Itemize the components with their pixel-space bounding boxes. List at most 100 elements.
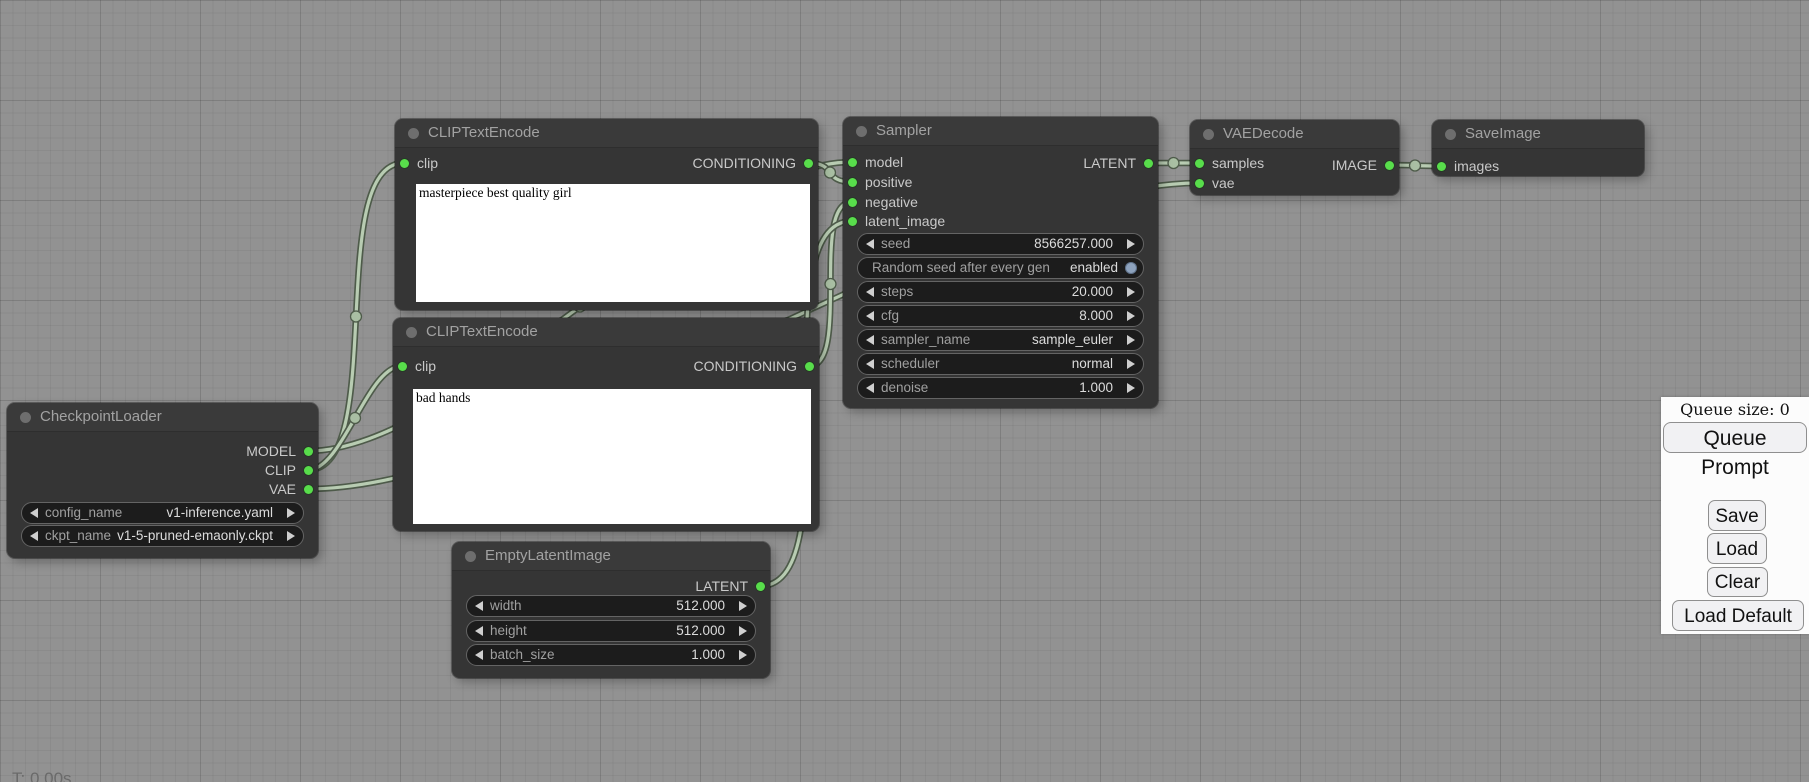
collapse-dot-icon[interactable] <box>1445 129 1456 140</box>
widget-value: 20.000 <box>1072 282 1113 302</box>
input-slot-dot-clip[interactable] <box>398 362 407 371</box>
input-slot-dot-vae[interactable] <box>1195 179 1204 188</box>
load-default-button[interactable]: Load Default <box>1672 600 1804 631</box>
input-slot-dot-images[interactable] <box>1437 162 1446 171</box>
widget-value: v1-5-pruned-emaonly.ckpt <box>117 526 273 546</box>
save-button[interactable]: Save <box>1708 500 1766 531</box>
output-slot-dot-CONDITIONING[interactable] <box>805 362 814 371</box>
increment-arrow-icon[interactable] <box>1127 383 1135 393</box>
input-slot-label-model: model <box>865 153 903 171</box>
input-slot-label-samples: samples <box>1212 154 1264 172</box>
widget-random-seed-after-every-gen[interactable]: Random seed after every genenabled <box>857 257 1144 279</box>
widget-sampler-name[interactable]: sampler_name sample_euler <box>857 329 1144 351</box>
node-title-text: Sampler <box>876 117 932 145</box>
node-clip-text-encode-positive[interactable]: CLIPTextEncodeclipCONDITIONING <box>395 119 818 310</box>
decrement-arrow-icon[interactable] <box>866 335 874 345</box>
decrement-arrow-icon[interactable] <box>866 383 874 393</box>
increment-arrow-icon[interactable] <box>739 650 747 660</box>
increment-arrow-icon[interactable] <box>287 508 295 518</box>
output-slot-dot-LATENT[interactable] <box>756 582 765 591</box>
widget-label: cfg <box>881 306 899 326</box>
input-slot-label-positive: positive <box>865 173 912 191</box>
input-slot-dot-latent_image[interactable] <box>848 217 857 226</box>
increment-arrow-icon[interactable] <box>1127 335 1135 345</box>
decrement-arrow-icon[interactable] <box>30 508 38 518</box>
input-slot-dot-model[interactable] <box>848 158 857 167</box>
widget-cfg[interactable]: cfg8.000 <box>857 305 1144 327</box>
increment-arrow-icon[interactable] <box>739 626 747 636</box>
toggle-state-icon[interactable] <box>1125 262 1137 274</box>
output-slot-label-CLIP: CLIP <box>265 461 296 479</box>
widget-value: sample_euler <box>1032 330 1113 350</box>
widget-ckpt-name[interactable]: ckpt_name v1-5-pruned-emaonly.ckpt <box>21 525 304 547</box>
node-empty-latent-image[interactable]: EmptyLatentImage LATENTwidth512.000 height… <box>452 542 770 678</box>
node-save-image[interactable]: SaveImageimages <box>1432 120 1644 176</box>
collapse-dot-icon[interactable] <box>856 126 867 137</box>
queue-prompt-button[interactable]: Queue Prompt <box>1663 422 1807 453</box>
decrement-arrow-icon[interactable] <box>866 239 874 249</box>
node-title-bar[interactable]: CheckpointLoader <box>7 403 318 432</box>
output-slot-label-LATENT: LATENT <box>695 577 748 595</box>
widget-batch-size[interactable]: batch_size1.000 <box>466 644 756 666</box>
widget-config-name[interactable]: config_namev1-inference.yaml <box>21 502 304 524</box>
graph-canvas[interactable]: CheckpointLoaderMODELCLIPVAEconfig_namev… <box>0 0 1809 782</box>
clear-button[interactable]: Clear <box>1707 567 1768 597</box>
widget-label: config_name <box>45 503 122 523</box>
widget-label: steps <box>881 282 913 302</box>
prompt-textarea[interactable] <box>416 184 810 302</box>
widget-height[interactable]: height512.000 <box>466 620 756 642</box>
input-slot-dot-clip[interactable] <box>400 159 409 168</box>
input-slot-label-clip: clip <box>417 154 438 172</box>
collapse-dot-icon[interactable] <box>20 412 31 423</box>
node-title-bar[interactable]: CLIPTextEncode <box>395 119 818 148</box>
output-slot-dot-CLIP[interactable] <box>304 466 313 475</box>
widget-label: scheduler <box>881 354 940 374</box>
increment-arrow-icon[interactable] <box>1127 359 1135 369</box>
output-slot-dot-VAE[interactable] <box>304 485 313 494</box>
node-sampler[interactable]: Samplermodelpositivenegativelatent_image… <box>843 117 1158 408</box>
input-slot-dot-positive[interactable] <box>848 178 857 187</box>
increment-arrow-icon[interactable] <box>287 531 295 541</box>
input-slot-dot-samples[interactable] <box>1195 159 1204 168</box>
increment-arrow-icon[interactable] <box>739 601 747 611</box>
increment-arrow-icon[interactable] <box>1127 287 1135 297</box>
widget-label: ckpt_name <box>45 526 111 546</box>
output-slot-dot-IMAGE[interactable] <box>1385 161 1394 170</box>
widget-label: sampler_name <box>881 330 970 350</box>
node-title-bar[interactable]: SaveImage <box>1432 120 1644 149</box>
node-clip-text-encode-negative[interactable]: CLIPTextEncodeclipCONDITIONING <box>393 318 819 531</box>
widget-label: width <box>490 596 522 616</box>
decrement-arrow-icon[interactable] <box>866 311 874 321</box>
widget-scheduler[interactable]: schedulernormal <box>857 353 1144 375</box>
decrement-arrow-icon[interactable] <box>475 601 483 611</box>
node-checkpoint-loader[interactable]: CheckpointLoaderMODELCLIPVAEconfig_namev… <box>7 403 318 558</box>
node-title-bar[interactable]: CLIPTextEncode <box>393 318 819 347</box>
collapse-dot-icon[interactable] <box>1203 129 1214 140</box>
decrement-arrow-icon[interactable] <box>475 650 483 660</box>
output-slot-dot-CONDITIONING[interactable] <box>804 159 813 168</box>
increment-arrow-icon[interactable] <box>1127 311 1135 321</box>
decrement-arrow-icon[interactable] <box>866 359 874 369</box>
increment-arrow-icon[interactable] <box>1127 239 1135 249</box>
decrement-arrow-icon[interactable] <box>475 626 483 636</box>
node-title-bar[interactable]: VAEDecode <box>1190 120 1399 149</box>
widget-width[interactable]: width512.000 <box>466 595 756 617</box>
collapse-dot-icon[interactable] <box>406 327 417 338</box>
node-title-bar[interactable]: EmptyLatentImage <box>452 542 770 571</box>
collapse-dot-icon[interactable] <box>465 551 476 562</box>
node-vae-decode[interactable]: VAEDecodesamplesvaeIMAGE <box>1190 120 1399 195</box>
output-slot-dot-LATENT[interactable] <box>1144 159 1153 168</box>
decrement-arrow-icon[interactable] <box>30 531 38 541</box>
widget-seed[interactable]: seed8566257.000 <box>857 233 1144 255</box>
widget-value: 8566257.000 <box>1034 234 1113 254</box>
decrement-arrow-icon[interactable] <box>866 287 874 297</box>
input-slot-dot-negative[interactable] <box>848 198 857 207</box>
prompt-textarea[interactable] <box>413 389 811 524</box>
output-slot-dot-MODEL[interactable] <box>304 447 313 456</box>
node-title-text: CLIPTextEncode <box>426 318 538 346</box>
collapse-dot-icon[interactable] <box>408 128 419 139</box>
widget-steps[interactable]: steps 20.000 <box>857 281 1144 303</box>
load-button[interactable]: Load <box>1707 533 1767 564</box>
node-title-bar[interactable]: Sampler <box>843 117 1158 146</box>
widget-denoise[interactable]: denoise1.000 <box>857 377 1144 399</box>
